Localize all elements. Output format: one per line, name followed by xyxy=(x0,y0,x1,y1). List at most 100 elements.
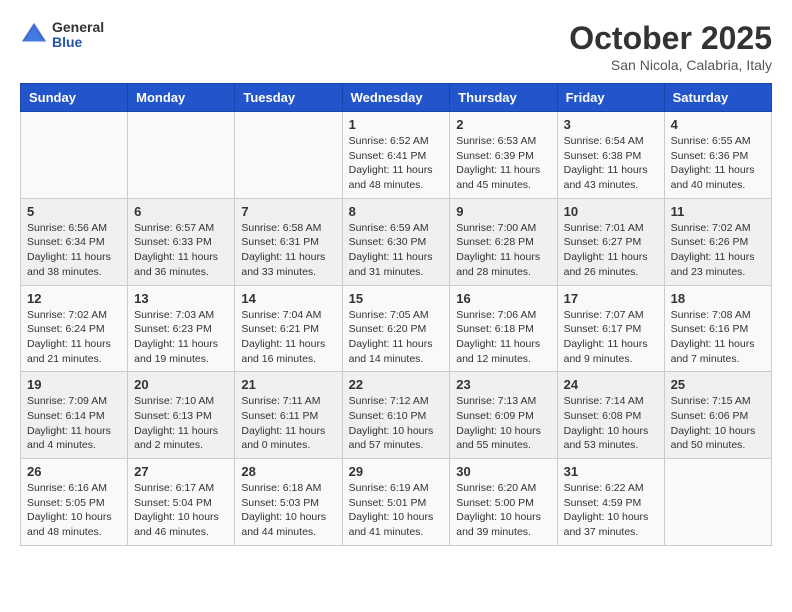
weekday-header-cell: Wednesday xyxy=(342,84,450,112)
day-info: Sunrise: 7:10 AM Sunset: 6:13 PM Dayligh… xyxy=(134,394,228,453)
calendar-week-row: 19Sunrise: 7:09 AM Sunset: 6:14 PM Dayli… xyxy=(21,372,772,459)
day-info: Sunrise: 7:05 AM Sunset: 6:20 PM Dayligh… xyxy=(349,308,444,367)
day-info: Sunrise: 6:59 AM Sunset: 6:30 PM Dayligh… xyxy=(349,221,444,280)
day-number: 3 xyxy=(564,117,658,132)
calendar-day-cell: 22 Sunrise: 7:12 AM Sunset: 6:10 PM Dayli… xyxy=(342,372,450,459)
day-number: 4 xyxy=(671,117,765,132)
day-info: Sunrise: 7:12 AM Sunset: 6:10 PM Dayligh… xyxy=(349,394,444,453)
day-info: Sunrise: 7:11 AM Sunset: 6:11 PM Dayligh… xyxy=(241,394,335,453)
location-title: San Nicola, Calabria, Italy xyxy=(569,57,772,73)
day-number: 1 xyxy=(349,117,444,132)
day-info: Sunrise: 6:56 AM Sunset: 6:34 PM Dayligh… xyxy=(27,221,121,280)
day-info: Sunrise: 7:02 AM Sunset: 6:24 PM Dayligh… xyxy=(27,308,121,367)
calendar-week-row: 26 Sunrise: 6:16 AM Sunset: 5:05 PM Dayli… xyxy=(21,459,772,546)
day-info: Sunrise: 7:00 AM Sunset: 6:28 PM Dayligh… xyxy=(456,221,550,280)
day-number: 5 xyxy=(27,204,121,219)
day-info: Sunrise: 6:54 AM Sunset: 6:38 PM Dayligh… xyxy=(564,134,658,193)
day-number: 28 xyxy=(241,464,335,479)
day-number: 11 xyxy=(671,204,765,219)
day-number: 6 xyxy=(134,204,228,219)
weekday-header-cell: Friday xyxy=(557,84,664,112)
calendar-day-cell: 15 Sunrise: 7:05 AM Sunset: 6:20 PM Dayli… xyxy=(342,285,450,372)
day-number: 16 xyxy=(456,291,550,306)
day-number: 20 xyxy=(134,377,228,392)
calendar-day-cell: 17 Sunrise: 7:07 AM Sunset: 6:17 PM Dayli… xyxy=(557,285,664,372)
calendar-day-cell: 28 Sunrise: 6:18 AM Sunset: 5:03 PM Dayli… xyxy=(235,459,342,546)
logo-icon xyxy=(20,21,48,49)
day-info: Sunrise: 7:09 AM Sunset: 6:14 PM Dayligh… xyxy=(27,394,121,453)
weekday-header-cell: Thursday xyxy=(450,84,557,112)
day-info: Sunrise: 7:07 AM Sunset: 6:17 PM Dayligh… xyxy=(564,308,658,367)
day-number: 23 xyxy=(456,377,550,392)
calendar-day-cell: 14 Sunrise: 7:04 AM Sunset: 6:21 PM Dayli… xyxy=(235,285,342,372)
calendar-day-cell: 25Sunrise: 7:15 AM Sunset: 6:06 PM Dayli… xyxy=(664,372,771,459)
day-info: Sunrise: 6:58 AM Sunset: 6:31 PM Dayligh… xyxy=(241,221,335,280)
day-info: Sunrise: 6:55 AM Sunset: 6:36 PM Dayligh… xyxy=(671,134,765,193)
calendar-day-cell: 8 Sunrise: 6:59 AM Sunset: 6:30 PM Daylig… xyxy=(342,198,450,285)
calendar-day-cell xyxy=(128,112,235,199)
day-info: Sunrise: 6:17 AM Sunset: 5:04 PM Dayligh… xyxy=(134,481,228,540)
day-info: Sunrise: 7:03 AM Sunset: 6:23 PM Dayligh… xyxy=(134,308,228,367)
calendar-day-cell: 4 Sunrise: 6:55 AM Sunset: 6:36 PM Daylig… xyxy=(664,112,771,199)
day-number: 17 xyxy=(564,291,658,306)
day-number: 12 xyxy=(27,291,121,306)
logo-general-text: General xyxy=(52,20,104,35)
calendar-day-cell: 24Sunrise: 7:14 AM Sunset: 6:08 PM Dayli… xyxy=(557,372,664,459)
day-info: Sunrise: 7:06 AM Sunset: 6:18 PM Dayligh… xyxy=(456,308,550,367)
day-info: Sunrise: 6:52 AM Sunset: 6:41 PM Dayligh… xyxy=(349,134,444,193)
day-number: 7 xyxy=(241,204,335,219)
weekday-header-cell: Saturday xyxy=(664,84,771,112)
day-info: Sunrise: 7:04 AM Sunset: 6:21 PM Dayligh… xyxy=(241,308,335,367)
day-number: 22 xyxy=(349,377,444,392)
calendar-day-cell: 7 Sunrise: 6:58 AM Sunset: 6:31 PM Daylig… xyxy=(235,198,342,285)
day-info: Sunrise: 7:01 AM Sunset: 6:27 PM Dayligh… xyxy=(564,221,658,280)
weekday-header-cell: Sunday xyxy=(21,84,128,112)
calendar-week-row: 1 Sunrise: 6:52 AM Sunset: 6:41 PM Daylig… xyxy=(21,112,772,199)
calendar-day-cell: 9 Sunrise: 7:00 AM Sunset: 6:28 PM Daylig… xyxy=(450,198,557,285)
calendar-day-cell: 31 Sunrise: 6:22 AM Sunset: 4:59 PM Dayli… xyxy=(557,459,664,546)
day-info: Sunrise: 7:08 AM Sunset: 6:16 PM Dayligh… xyxy=(671,308,765,367)
calendar-day-cell: 12 Sunrise: 7:02 AM Sunset: 6:24 PM Dayli… xyxy=(21,285,128,372)
day-info: Sunrise: 6:20 AM Sunset: 5:00 PM Dayligh… xyxy=(456,481,550,540)
day-number: 18 xyxy=(671,291,765,306)
day-info: Sunrise: 6:57 AM Sunset: 6:33 PM Dayligh… xyxy=(134,221,228,280)
day-number: 8 xyxy=(349,204,444,219)
calendar-day-cell: 23 Sunrise: 7:13 AM Sunset: 6:09 PM Dayli… xyxy=(450,372,557,459)
calendar-day-cell xyxy=(664,459,771,546)
weekday-header-cell: Tuesday xyxy=(235,84,342,112)
day-number: 13 xyxy=(134,291,228,306)
header: General Blue October 2025 San Nicola, Ca… xyxy=(20,20,772,73)
calendar-day-cell: 20 Sunrise: 7:10 AM Sunset: 6:13 PM Dayli… xyxy=(128,372,235,459)
day-info: Sunrise: 6:22 AM Sunset: 4:59 PM Dayligh… xyxy=(564,481,658,540)
day-number: 26 xyxy=(27,464,121,479)
logo-blue-text: Blue xyxy=(52,35,104,50)
logo: General Blue xyxy=(20,20,104,51)
calendar-body: 1 Sunrise: 6:52 AM Sunset: 6:41 PM Daylig… xyxy=(21,112,772,546)
calendar-week-row: 5 Sunrise: 6:56 AM Sunset: 6:34 PM Daylig… xyxy=(21,198,772,285)
day-number: 21 xyxy=(241,377,335,392)
calendar-day-cell: 19Sunrise: 7:09 AM Sunset: 6:14 PM Dayli… xyxy=(21,372,128,459)
calendar-day-cell: 29 Sunrise: 6:19 AM Sunset: 5:01 PM Dayli… xyxy=(342,459,450,546)
calendar-day-cell: 11Sunrise: 7:02 AM Sunset: 6:26 PM Dayli… xyxy=(664,198,771,285)
calendar-week-row: 12 Sunrise: 7:02 AM Sunset: 6:24 PM Dayli… xyxy=(21,285,772,372)
day-info: Sunrise: 6:18 AM Sunset: 5:03 PM Dayligh… xyxy=(241,481,335,540)
calendar-day-cell: 13 Sunrise: 7:03 AM Sunset: 6:23 PM Dayli… xyxy=(128,285,235,372)
day-info: Sunrise: 6:19 AM Sunset: 5:01 PM Dayligh… xyxy=(349,481,444,540)
day-info: Sunrise: 6:53 AM Sunset: 6:39 PM Dayligh… xyxy=(456,134,550,193)
calendar-day-cell: 21 Sunrise: 7:11 AM Sunset: 6:11 PM Dayli… xyxy=(235,372,342,459)
day-number: 15 xyxy=(349,291,444,306)
title-area: October 2025 San Nicola, Calabria, Italy xyxy=(569,20,772,73)
day-info: Sunrise: 6:16 AM Sunset: 5:05 PM Dayligh… xyxy=(27,481,121,540)
day-info: Sunrise: 7:13 AM Sunset: 6:09 PM Dayligh… xyxy=(456,394,550,453)
day-number: 27 xyxy=(134,464,228,479)
day-number: 14 xyxy=(241,291,335,306)
day-number: 29 xyxy=(349,464,444,479)
day-number: 30 xyxy=(456,464,550,479)
day-info: Sunrise: 7:14 AM Sunset: 6:08 PM Dayligh… xyxy=(564,394,658,453)
calendar-day-cell: 3 Sunrise: 6:54 AM Sunset: 6:38 PM Daylig… xyxy=(557,112,664,199)
weekday-header-cell: Monday xyxy=(128,84,235,112)
day-number: 9 xyxy=(456,204,550,219)
month-title: October 2025 xyxy=(569,20,772,57)
day-number: 31 xyxy=(564,464,658,479)
calendar-day-cell: 26 Sunrise: 6:16 AM Sunset: 5:05 PM Dayli… xyxy=(21,459,128,546)
